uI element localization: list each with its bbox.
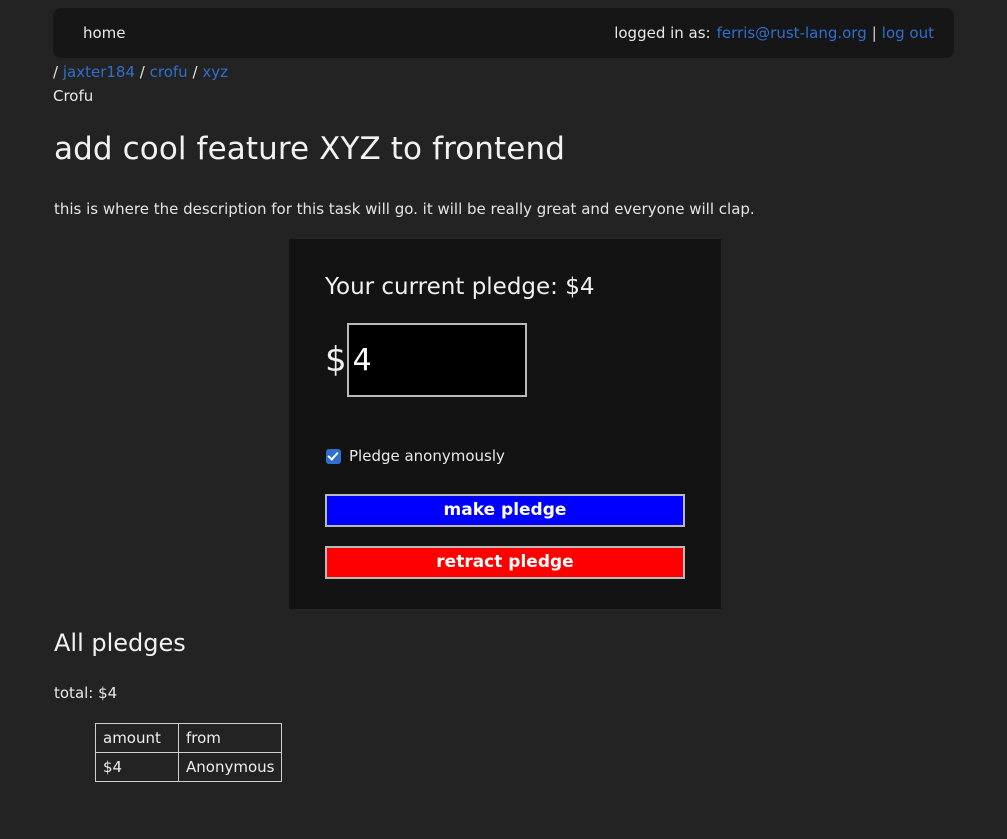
- all-pledges-heading: All pledges: [54, 629, 186, 657]
- nav-separator: |: [871, 24, 877, 42]
- breadcrumb-slash-0: /: [53, 63, 59, 81]
- dollar-sign-icon: $: [325, 340, 347, 380]
- pledges-total: total: $4: [54, 684, 118, 702]
- breadcrumb-item-user[interactable]: jaxter184: [63, 63, 135, 81]
- breadcrumb-item-project[interactable]: crofu: [150, 63, 188, 81]
- current-pledge-label: Your current pledge: $4: [325, 274, 595, 300]
- breadcrumb: / jaxter184 / crofu / xyz: [53, 63, 228, 81]
- top-navigation-bar: home logged in as: ferris@rust-lang.org …: [53, 8, 954, 58]
- table-header-amount: amount: [95, 723, 179, 753]
- logged-in-label: logged in as:: [614, 24, 711, 42]
- nav-home-link[interactable]: home: [83, 24, 126, 42]
- breadcrumb-slash-1: /: [139, 63, 145, 81]
- breadcrumb-item-task[interactable]: xyz: [202, 63, 228, 81]
- user-email-link[interactable]: ferris@rust-lang.org: [717, 24, 867, 42]
- nav-left-group: home: [83, 24, 126, 42]
- retract-pledge-button[interactable]: retract pledge: [325, 546, 685, 579]
- table-cell-amount: $4: [95, 752, 179, 782]
- pledges-table: amount from $4 Anonymous: [95, 723, 283, 782]
- organization-name: Crofu: [53, 87, 94, 105]
- task-description: this is where the description for this t…: [54, 200, 755, 218]
- nav-right-group: logged in as: ferris@rust-lang.org | log…: [614, 24, 934, 42]
- table-header-row: amount from: [95, 723, 283, 753]
- table-header-from: from: [177, 723, 283, 753]
- pledge-panel: Your current pledge: $4 $ Pledge anonymo…: [289, 239, 721, 609]
- pledge-amount-row: $: [325, 323, 527, 397]
- breadcrumb-slash-2: /: [192, 63, 198, 81]
- log-out-link[interactable]: log out: [882, 24, 934, 42]
- table-cell-from: Anonymous: [177, 752, 283, 782]
- pledge-anonymously-row[interactable]: Pledge anonymously: [326, 447, 505, 465]
- pledge-amount-input[interactable]: [346, 323, 527, 397]
- make-pledge-button[interactable]: make pledge: [325, 494, 685, 527]
- pledge-anonymously-checkbox[interactable]: [326, 448, 341, 464]
- page-title: add cool feature XYZ to frontend: [54, 131, 566, 167]
- pledge-anonymously-label[interactable]: Pledge anonymously: [349, 447, 505, 465]
- table-row: $4 Anonymous: [95, 752, 283, 782]
